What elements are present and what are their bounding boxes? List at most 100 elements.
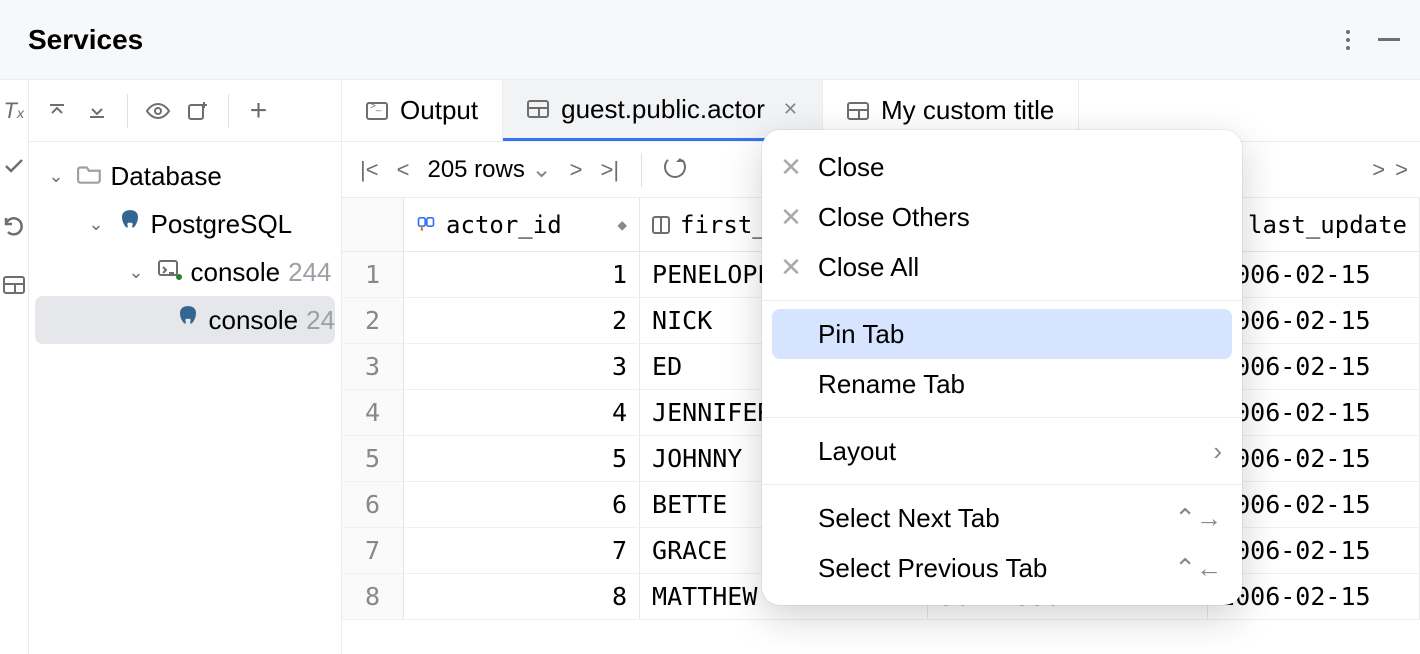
tree-label: PostgreSQL [151, 209, 293, 240]
minimize-icon[interactable] [1378, 38, 1400, 41]
menu-label: Select Next Tab [818, 503, 1000, 534]
postgresql-icon [117, 208, 143, 241]
panel-header: Services [0, 0, 1420, 80]
close-icon: ✕ [778, 252, 804, 283]
menu-layout[interactable]: Layout › [762, 426, 1242, 476]
menu-close-all[interactable]: ✕ Close All [762, 242, 1242, 292]
close-icon: ✕ [778, 202, 804, 233]
count-badge: 244 [288, 257, 331, 288]
cell-actor-id[interactable]: 2 [404, 298, 640, 343]
menu-separator [762, 300, 1242, 301]
shortcut: ⌃← [1174, 553, 1222, 584]
menu-label: Layout [818, 436, 896, 467]
undo-icon[interactable] [2, 214, 26, 244]
console-icon [157, 257, 183, 288]
menu-separator [762, 484, 1242, 485]
menu-select-next-tab[interactable]: Select Next Tab ⌃→ [762, 493, 1242, 543]
scroll-right-icon[interactable]: > [1372, 157, 1385, 183]
row-number: 5 [342, 436, 404, 481]
layout-icon[interactable] [3, 274, 25, 300]
menu-separator [762, 417, 1242, 418]
table-icon [847, 102, 869, 120]
menu-label: Rename Tab [818, 369, 965, 400]
tab-label: guest.public.actor [561, 94, 765, 125]
menu-label: Close [818, 152, 884, 183]
tree-item-console[interactable]: console24 [35, 296, 336, 344]
row-number: 7 [342, 528, 404, 573]
menu-close-others[interactable]: ✕ Close Others [762, 192, 1242, 242]
cell-actor-id[interactable]: 8 [404, 574, 640, 619]
tree-item-database[interactable]: ⌄ Database [29, 152, 342, 200]
expand-up-icon[interactable] [43, 97, 71, 125]
row-number: 8 [342, 574, 404, 619]
gutter-head [342, 198, 404, 251]
count-badge: 24 [306, 305, 335, 336]
col-actor-id[interactable]: actor_id ◆ [404, 198, 640, 251]
first-page-icon[interactable]: |< [360, 157, 379, 183]
menu-select-previous-tab[interactable]: Select Previous Tab ⌃← [762, 543, 1242, 593]
panel-title: Services [28, 24, 143, 56]
column-icon [652, 216, 670, 234]
check-icon[interactable] [2, 154, 26, 184]
main-area: Output guest.public.actor ✕ My custom title… [342, 80, 1420, 654]
collapse-down-icon[interactable] [83, 97, 111, 125]
tree-label: Database [111, 161, 222, 192]
panel-header-actions [1346, 30, 1400, 50]
eye-icon[interactable] [144, 97, 172, 125]
menu-label: Select Previous Tab [818, 553, 1047, 584]
tree-label: console [209, 305, 299, 336]
sidebar-toolbar: + [29, 80, 342, 142]
cell-actor-id[interactable]: 6 [404, 482, 640, 527]
output-icon [366, 102, 388, 120]
cell-actor-id[interactable]: 7 [404, 528, 640, 573]
last-page-icon[interactable]: >| [601, 157, 620, 183]
new-session-icon[interactable] [184, 97, 212, 125]
add-icon[interactable]: + [245, 97, 273, 125]
chevron-down-icon[interactable]: ⌄ [89, 214, 109, 235]
menu-label: Close Others [818, 202, 970, 233]
row-number: 2 [342, 298, 404, 343]
close-icon: ✕ [778, 152, 804, 183]
menu-close[interactable]: ✕ Close [762, 142, 1242, 192]
cell-actor-id[interactable]: 5 [404, 436, 640, 481]
tab-label: Output [400, 95, 478, 126]
menu-pin-tab[interactable]: Pin Tab [772, 309, 1232, 359]
tree-item-console[interactable]: ⌄ console244 [29, 248, 342, 296]
tree: ⌄Database⌄PostgreSQL⌄console244console24 [29, 142, 342, 344]
refresh-icon[interactable] [664, 156, 686, 184]
left-rail: Tx [0, 80, 29, 654]
next-page-icon[interactable]: > [570, 157, 583, 183]
menu-label: Close All [818, 252, 919, 283]
postgresql-icon [175, 304, 201, 337]
tab-context-menu: ✕ Close ✕ Close Others ✕ Close All Pin Tab Rena… [762, 130, 1242, 605]
row-count[interactable]: 205 rows ⌄ [427, 155, 551, 184]
col-label: last_update [1248, 211, 1407, 239]
sidebar: + ⌄Database⌄PostgreSQL⌄console244console… [29, 80, 343, 654]
row-number: 6 [342, 482, 404, 527]
tab-label: My custom title [881, 95, 1054, 126]
chevron-right-icon: › [1213, 436, 1222, 467]
tree-label: console [191, 257, 281, 288]
more-icon[interactable] [1346, 30, 1350, 50]
shortcut: ⌃→ [1174, 503, 1222, 534]
col-label: actor_id [446, 211, 562, 239]
row-number: 4 [342, 390, 404, 435]
close-icon[interactable]: ✕ [783, 99, 798, 120]
row-number: 1 [342, 252, 404, 297]
key-icon [416, 212, 436, 237]
cell-actor-id[interactable]: 3 [404, 344, 640, 389]
prev-page-icon[interactable]: < [397, 157, 410, 183]
chevron-down-icon[interactable]: ⌄ [49, 166, 69, 187]
tx-icon[interactable]: Tx [4, 98, 24, 124]
sort-icon[interactable]: ◆ [617, 215, 627, 234]
scroll-end-icon[interactable]: > [1395, 157, 1408, 183]
tree-item-postgresql[interactable]: ⌄ PostgreSQL [29, 200, 342, 248]
menu-label: Pin Tab [818, 319, 904, 350]
cell-actor-id[interactable]: 4 [404, 390, 640, 435]
table-icon [527, 100, 549, 118]
tab-output[interactable]: Output [342, 80, 503, 141]
cell-actor-id[interactable]: 1 [404, 252, 640, 297]
chevron-down-icon[interactable]: ⌄ [129, 262, 149, 283]
menu-rename-tab[interactable]: Rename Tab [762, 359, 1242, 409]
row-number: 3 [342, 344, 404, 389]
